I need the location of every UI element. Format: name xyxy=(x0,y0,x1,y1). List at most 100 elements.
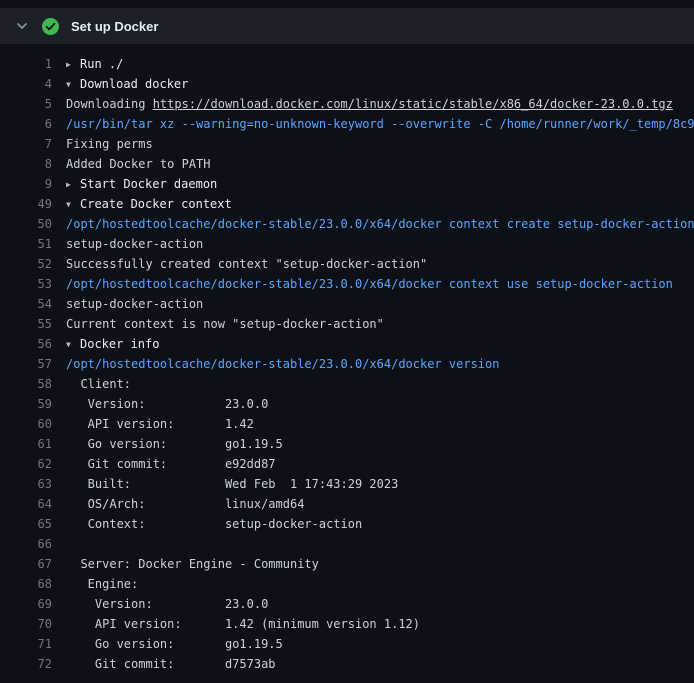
log-line-content: setup-docker-action xyxy=(66,234,694,254)
log-text: OS/Arch: linux/amd64 xyxy=(66,497,304,511)
log-text: Git commit: d7573ab xyxy=(66,657,276,671)
group-expanded-arrow-icon[interactable]: ▼ xyxy=(66,335,80,354)
log-line-content: Version: 23.0.0 xyxy=(66,594,694,614)
log-line-content: /opt/hostedtoolcache/docker-stable/23.0.… xyxy=(66,354,694,374)
log-line-number[interactable]: 7 xyxy=(0,134,52,154)
log-line-content: Version: 23.0.0 xyxy=(66,394,694,414)
log-area: 1 ▶Run ./ 4 ▼Download docker 5 Downloading ht… xyxy=(0,44,694,674)
log-line-number[interactable]: 57 xyxy=(0,354,52,374)
log-line-content: Go version: go1.19.5 xyxy=(66,434,694,454)
log-line-content: Server: Docker Engine - Community xyxy=(66,554,694,574)
log-line-number[interactable]: 50 xyxy=(0,214,52,234)
log-line: 8 Added Docker to PATH xyxy=(0,154,694,174)
log-line-number[interactable]: 1 xyxy=(0,54,52,74)
log-text: Server: Docker Engine - Community xyxy=(66,557,319,571)
log-line-number[interactable]: 51 xyxy=(0,234,52,254)
group-collapsed-arrow-icon[interactable]: ▶ xyxy=(66,175,80,194)
log-line-number[interactable]: 60 xyxy=(0,414,52,434)
step-header[interactable]: Set up Docker xyxy=(0,8,694,44)
log-line: 59 Version: 23.0.0 xyxy=(0,394,694,414)
log-text: Client: xyxy=(66,377,131,391)
log-text: Version: 23.0.0 xyxy=(66,597,268,611)
log-text: API version: 1.42 (minimum version 1.12) xyxy=(66,617,420,631)
log-line: 4 ▼Download docker xyxy=(0,74,694,94)
log-line-content: Engine: xyxy=(66,574,694,594)
group-expanded-arrow-icon[interactable]: ▼ xyxy=(66,195,80,214)
log-line-number[interactable]: 53 xyxy=(0,274,52,294)
log-line-number[interactable]: 52 xyxy=(0,254,52,274)
log-line-number[interactable]: 62 xyxy=(0,454,52,474)
log-text: Version: 23.0.0 xyxy=(66,397,268,411)
log-line: 65 Context: setup-docker-action xyxy=(0,514,694,534)
log-text: Go version: go1.19.5 xyxy=(66,637,283,651)
log-link[interactable]: https://download.docker.com/linux/static… xyxy=(153,97,673,111)
log-line: 67 Server: Docker Engine - Community xyxy=(0,554,694,574)
log-line: 63 Built: Wed Feb 1 17:43:29 2023 xyxy=(0,474,694,494)
log-line-number[interactable]: 63 xyxy=(0,474,52,494)
log-line: 51 setup-docker-action xyxy=(0,234,694,254)
log-text: /usr/bin/tar xz --warning=no-unknown-key… xyxy=(66,117,694,131)
log-line-number[interactable]: 71 xyxy=(0,634,52,654)
log-text: Create Docker context xyxy=(80,197,232,211)
log-line-number[interactable]: 8 xyxy=(0,154,52,174)
log-line: 71 Go version: go1.19.5 xyxy=(0,634,694,654)
log-line-number[interactable]: 54 xyxy=(0,294,52,314)
log-text: Git commit: e92dd87 xyxy=(66,457,276,471)
log-line-number[interactable]: 5 xyxy=(0,94,52,114)
log-line: 50/opt/hostedtoolcache/docker-stable/23.… xyxy=(0,214,694,234)
log-line-number[interactable]: 69 xyxy=(0,594,52,614)
log-line: 62 Git commit: e92dd87 xyxy=(0,454,694,474)
log-line-content: Added Docker to PATH xyxy=(66,154,694,174)
log-text: Start Docker daemon xyxy=(80,177,217,191)
group-expanded-arrow-icon[interactable]: ▼ xyxy=(66,75,80,94)
log-line: 66 xyxy=(0,534,694,554)
log-line-number[interactable]: 9 xyxy=(0,174,52,194)
log-line: 53/opt/hostedtoolcache/docker-stable/23.… xyxy=(0,274,694,294)
log-line-content: OS/Arch: linux/amd64 xyxy=(66,494,694,514)
log-line-number[interactable]: 66 xyxy=(0,534,52,554)
log-line: 6/usr/bin/tar xz --warning=no-unknown-ke… xyxy=(0,114,694,134)
log-line-number[interactable]: 65 xyxy=(0,514,52,534)
log-line-number[interactable]: 4 xyxy=(0,74,52,94)
log-text: Added Docker to PATH xyxy=(66,157,211,171)
log-line-content: /opt/hostedtoolcache/docker-stable/23.0.… xyxy=(66,274,694,294)
log-line-number[interactable]: 68 xyxy=(0,574,52,594)
log-text: /opt/hostedtoolcache/docker-stable/23.0.… xyxy=(66,357,499,371)
group-collapsed-arrow-icon[interactable]: ▶ xyxy=(66,55,80,74)
log-line-content[interactable]: ▶Start Docker daemon xyxy=(66,174,694,194)
log-line-number[interactable]: 49 xyxy=(0,194,52,214)
log-line-content[interactable]: ▶Run ./ xyxy=(66,54,694,74)
log-line-content[interactable]: ▼Docker info xyxy=(66,334,694,354)
log-text: Successfully created context "setup-dock… xyxy=(66,257,427,271)
log-line: 52 Successfully created context "setup-do… xyxy=(0,254,694,274)
log-line-number[interactable]: 67 xyxy=(0,554,52,574)
log-line-number[interactable]: 64 xyxy=(0,494,52,514)
log-line-content[interactable]: ▼Create Docker context xyxy=(66,194,694,214)
log-line: 68 Engine: xyxy=(0,574,694,594)
log-text: Downloading xyxy=(66,97,153,111)
log-line-number[interactable]: 6 xyxy=(0,114,52,134)
log-line: 61 Go version: go1.19.5 xyxy=(0,434,694,454)
log-line-content[interactable]: ▼Download docker xyxy=(66,74,694,94)
log-line: 5 Downloading https://download.docker.com… xyxy=(0,94,694,114)
log-line-content: Client: xyxy=(66,374,694,394)
log-line: 1 ▶Run ./ xyxy=(0,54,694,74)
log-line-number[interactable]: 70 xyxy=(0,614,52,634)
log-line-number[interactable]: 55 xyxy=(0,314,52,334)
log-line-number[interactable]: 56 xyxy=(0,334,52,354)
log-line-content: Context: setup-docker-action xyxy=(66,514,694,534)
log-line-number[interactable]: 58 xyxy=(0,374,52,394)
log-line: 56 ▼Docker info xyxy=(0,334,694,354)
log-line-content: Git commit: e92dd87 xyxy=(66,454,694,474)
log-line: 72 Git commit: d7573ab xyxy=(0,654,694,674)
log-line-number[interactable]: 59 xyxy=(0,394,52,414)
log-line-number[interactable]: 72 xyxy=(0,654,52,674)
log-line-number[interactable]: 61 xyxy=(0,434,52,454)
chevron-down-icon[interactable] xyxy=(14,18,30,34)
log-text: Docker info xyxy=(80,337,159,351)
log-line: 54setup-docker-action xyxy=(0,294,694,314)
log-line: 70 API version: 1.42 (minimum version 1.… xyxy=(0,614,694,634)
log-text: Go version: go1.19.5 xyxy=(66,437,283,451)
actions-log-panel: Set up Docker 1▶Run ./4▼Download docker5… xyxy=(0,8,694,674)
log-text: /opt/hostedtoolcache/docker-stable/23.0.… xyxy=(66,277,673,291)
